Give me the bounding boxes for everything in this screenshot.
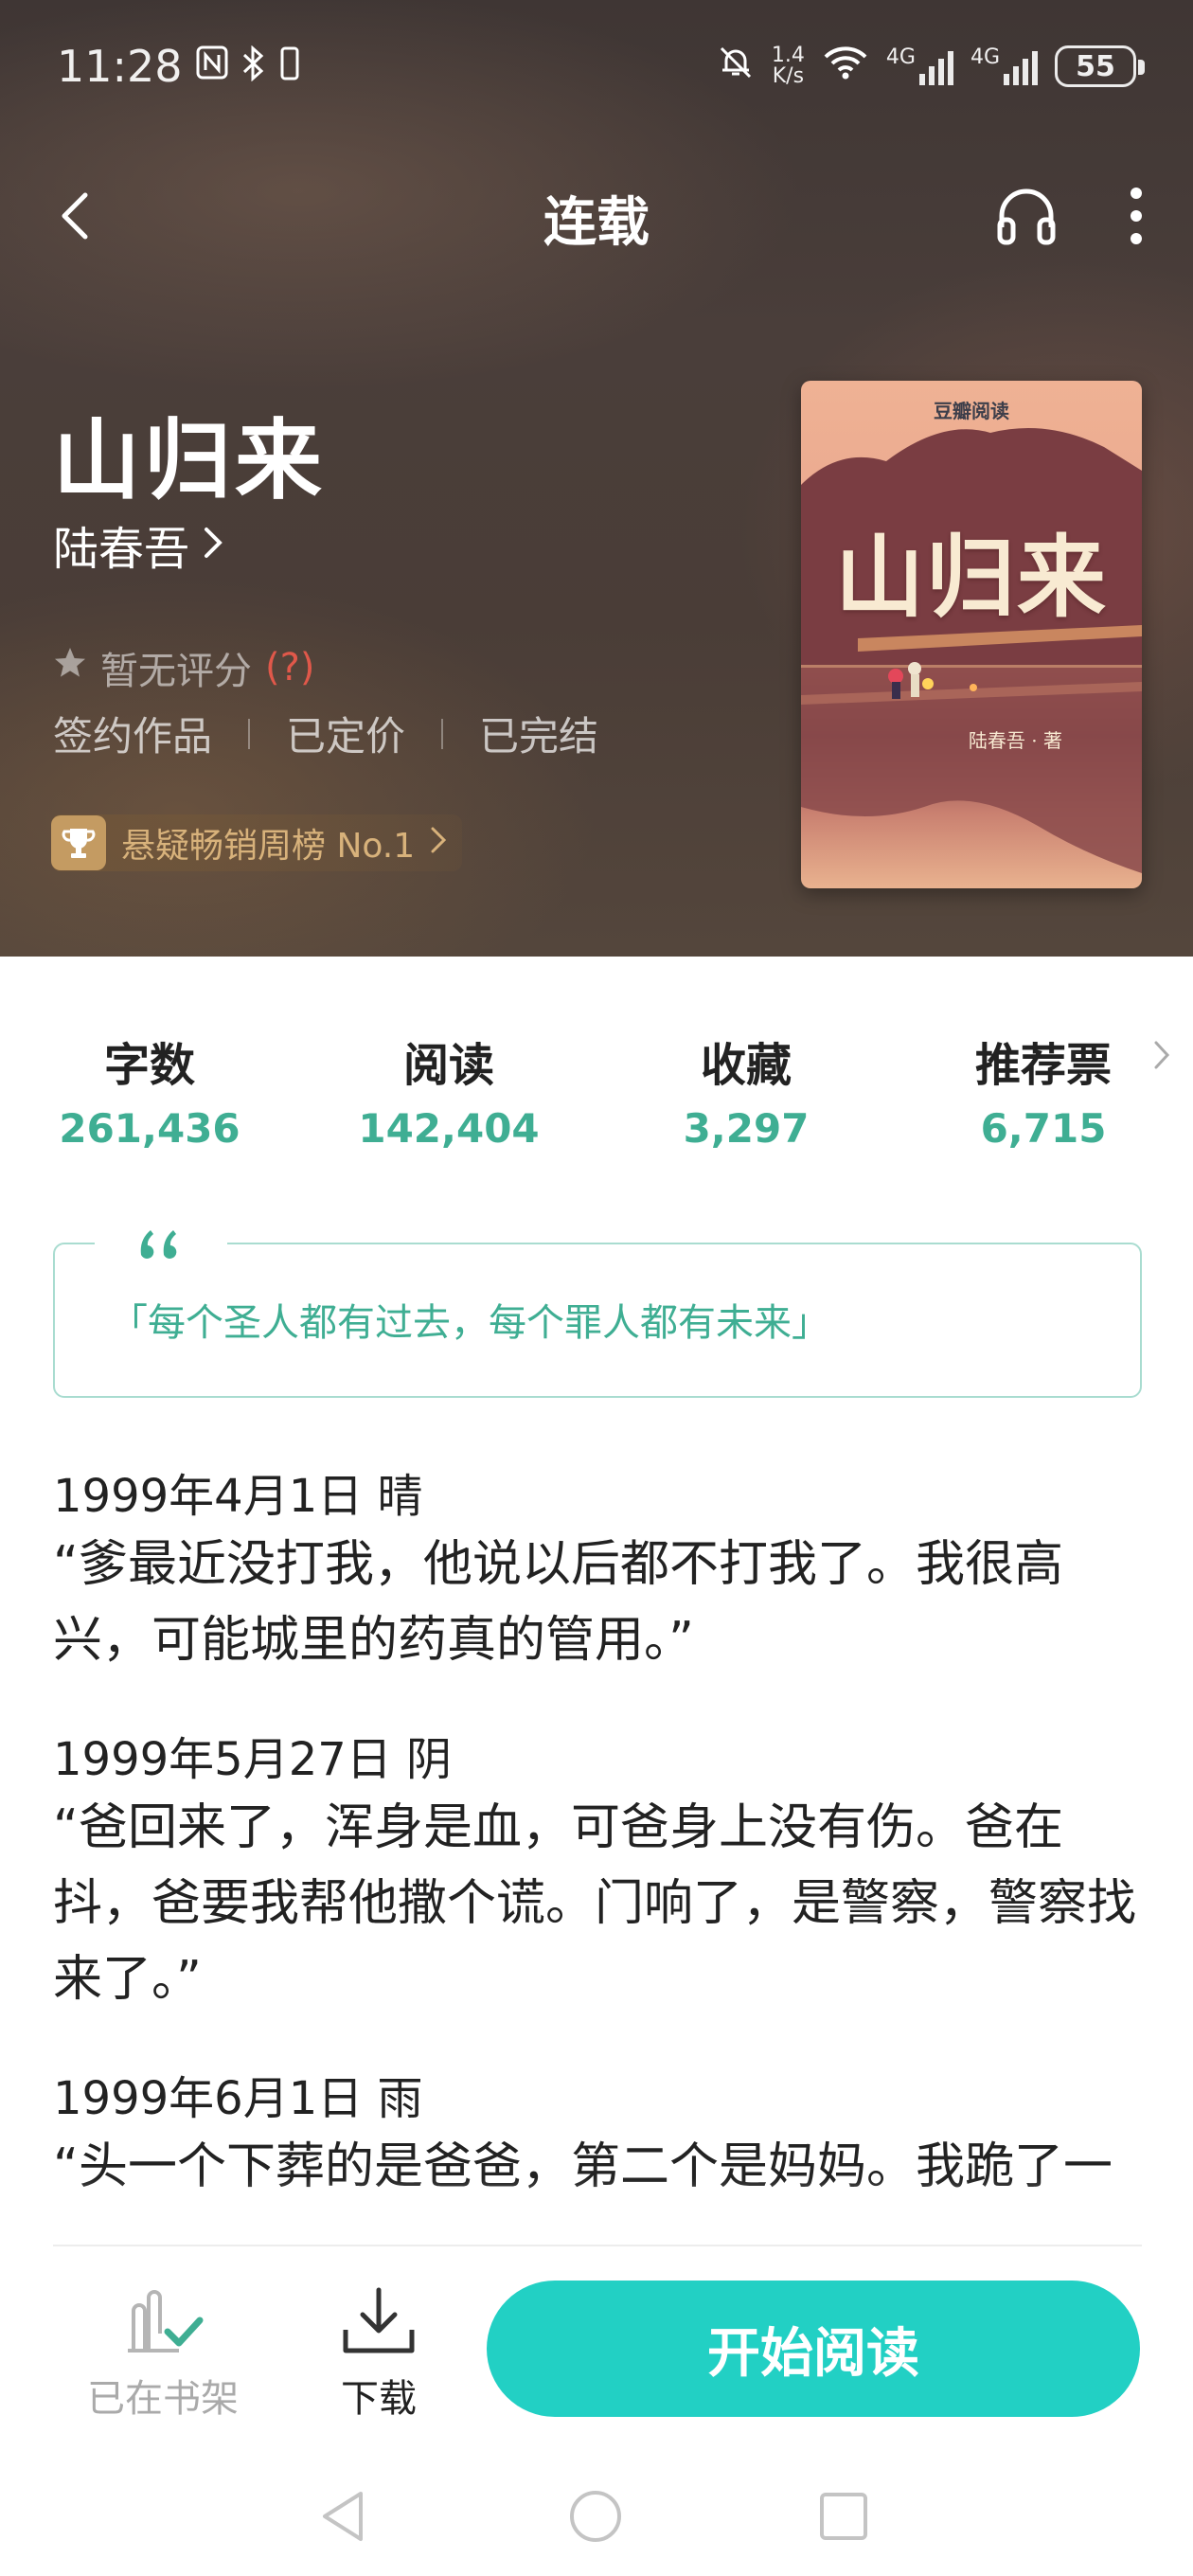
on-shelf-label: 已在书架 (87, 2377, 239, 2421)
tagline-box: 「每个圣人都有过去，每个罪人都有未来」 (53, 1210, 1142, 1398)
system-nav-bar (0, 2474, 1193, 2559)
cover-brand: 豆瓣阅读 (934, 400, 1009, 422)
rating: 暂无评分 (?) (53, 640, 314, 695)
status-time: 11:28 (57, 41, 183, 92)
cover-illustration (801, 428, 1142, 873)
vibrate-icon (279, 41, 300, 92)
chevron-right-icon (430, 824, 447, 863)
stat-word-count: 字数 261,436 (59, 1039, 240, 1152)
quote-icon (95, 1210, 227, 1277)
rank-badge[interactable]: 悬疑畅销周榜 No.1 (51, 814, 463, 871)
rank-text: 悬疑畅销周榜 No.1 (121, 827, 416, 866)
tag-signed: 签约作品 (53, 713, 213, 760)
wifi-icon (822, 44, 869, 89)
nav-home-icon[interactable] (553, 2474, 638, 2559)
tag-divider (441, 718, 444, 749)
rating-text: 暂无评分 (100, 650, 252, 693)
book-tags: 签约作品 已定价 已完结 (53, 705, 598, 762)
tag-finished: 已完结 (479, 713, 599, 760)
excerpt-date: 1999年4月1日 晴 (53, 1470, 423, 1523)
bluetooth-icon (241, 41, 266, 92)
book-detail-page: 11:28 1.4 K/s 4G 4G 55 连载 山归来 陆春吾 暂无评分 (… (0, 0, 1193, 2576)
rating-help[interactable]: (?) (265, 646, 314, 689)
excerpt-text: “爸回来了，浑身是血，可爸身上没有伤。爸在抖，爸要我帮他撒个谎。门响了，是警察，… (53, 1799, 1137, 2008)
tag-divider (248, 718, 251, 749)
download-icon (343, 2287, 415, 2353)
nav-recents-icon[interactable] (801, 2474, 886, 2559)
signal-icon: 4G (886, 47, 953, 85)
stat-reads: 阅读 142,404 (358, 1039, 540, 1152)
status-bar: 11:28 1.4 K/s 4G 4G 55 (0, 0, 1193, 133)
book-header: 11:28 1.4 K/s 4G 4G 55 连载 山归来 陆春吾 暂无评分 (… (0, 0, 1193, 957)
headphones-icon[interactable] (992, 182, 1060, 254)
tag-priced: 已定价 (286, 713, 406, 760)
more-icon[interactable] (1127, 186, 1146, 250)
back-icon[interactable] (57, 188, 95, 248)
tagline-text: 「每个圣人都有过去，每个罪人都有未来」 (110, 1301, 829, 1345)
on-shelf-button[interactable]: 已在书架 (68, 2284, 258, 2423)
stat-favorites: 收藏 3,297 (683, 1039, 810, 1152)
stat-votes[interactable]: 推荐票 6,715 (920, 1028, 1166, 1152)
stats-row: 字数 261,436 阅读 142,404 收藏 3,297 推荐票 6,715 (0, 1028, 1193, 1160)
download-label: 下载 (341, 2377, 417, 2421)
start-reading-button[interactable]: 开始阅读 (487, 2281, 1140, 2417)
excerpt-date: 1999年5月27日 阴 (53, 1733, 453, 1786)
bookshelf-check-icon (128, 2290, 204, 2352)
excerpt-fade (53, 2178, 1142, 2246)
battery-icon: 55 (1055, 45, 1145, 87)
bottom-divider (53, 2245, 1142, 2246)
download-button[interactable]: 下载 (284, 2284, 473, 2423)
cover-author: 陆春吾 · 著 (968, 729, 1062, 752)
book-cover[interactable]: 豆瓣阅读 山归来 陆春吾 · 著 (801, 381, 1142, 888)
book-excerpt[interactable]: 1999年4月1日 晴 “爹最近没打我，他说以后都不打我了。我很高兴，可能城里的… (53, 1466, 1142, 2243)
chevron-right-icon[interactable] (1153, 1039, 1170, 1075)
chevron-right-icon (203, 518, 223, 571)
signal-icon-2: 4G (970, 47, 1038, 85)
nav-back-icon[interactable] (301, 2474, 386, 2559)
star-icon (53, 646, 87, 689)
cover-title: 山归来 (834, 526, 1108, 630)
nfc-icon (196, 45, 228, 88)
trophy-icon (51, 815, 106, 870)
author-name: 陆春吾 (53, 523, 190, 576)
excerpt-date: 1999年6月1日 雨 (53, 2072, 423, 2125)
network-speed: 1.4 K/s (771, 44, 805, 88)
top-nav: 连载 (0, 152, 1193, 284)
author-link[interactable]: 陆春吾 (53, 511, 223, 578)
excerpt-text: “爹最近没打我，他说以后都不打我了。我很高兴，可能城里的药真的管用。” (53, 1536, 1063, 1669)
mute-icon (717, 44, 755, 89)
book-title: 山归来 (53, 410, 327, 511)
